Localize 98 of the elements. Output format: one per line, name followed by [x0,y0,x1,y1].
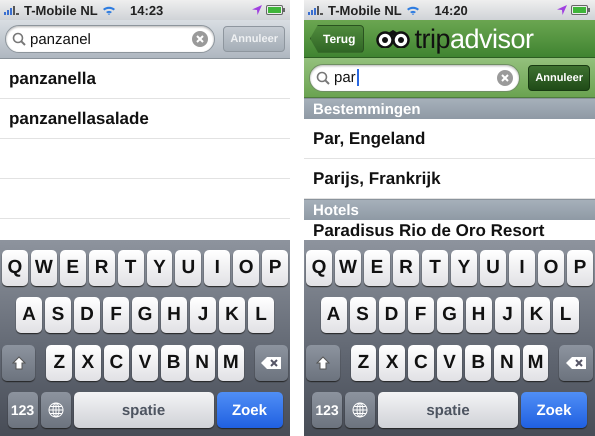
key[interactable]: G [132,297,158,334]
key[interactable]: F [103,297,129,334]
shift-key[interactable] [2,344,36,381]
key[interactable]: Y [146,250,172,286]
key[interactable]: L [248,297,274,334]
key[interactable]: R [393,250,419,286]
key[interactable]: J [494,297,520,334]
key[interactable]: L [552,297,578,334]
result-row[interactable]: panzanella [0,59,290,99]
location-icon [252,5,262,15]
search-field[interactable]: par [309,64,520,92]
key[interactable]: Q [306,250,332,286]
globe-key[interactable] [345,392,375,428]
key[interactable]: F [408,297,434,334]
key[interactable]: V [436,344,462,381]
key[interactable]: T [118,250,144,286]
location-icon [557,5,567,15]
wifi-icon [406,5,420,15]
wifi-icon [102,5,116,15]
key[interactable]: H [466,297,492,334]
section-header: Hotels [304,199,595,220]
key[interactable]: R [88,250,115,286]
key[interactable]: I [509,250,535,286]
key[interactable]: E [60,250,86,286]
key[interactable]: O [538,250,564,286]
key[interactable]: Z [350,344,376,381]
key[interactable]: P [567,250,593,286]
search-field[interactable]: panzanel [5,25,216,53]
key[interactable]: O [233,250,260,286]
key[interactable]: A [16,297,42,334]
result-row[interactable]: Par, Engeland [304,119,595,159]
logo-text: tripadvisor [414,24,534,54]
status-time: 14:20 [434,2,468,18]
key[interactable]: D [74,297,100,334]
key[interactable]: S [45,297,71,334]
space-key[interactable]: spatie [378,392,518,428]
key[interactable]: W [335,250,361,286]
key[interactable]: Y [451,250,477,286]
owl-eyes-icon [376,30,410,48]
key[interactable]: U [480,250,506,286]
text-cursor [356,69,359,86]
section-header: Bestemmingen [304,98,595,119]
key[interactable]: D [378,297,404,334]
key[interactable]: G [436,297,462,334]
key[interactable]: M [218,344,244,381]
globe-key[interactable] [40,392,70,428]
status-time: 14:23 [130,2,164,18]
key[interactable]: N [494,344,520,381]
key[interactable]: S [350,297,376,334]
key[interactable]: I [204,250,230,286]
key[interactable]: B [465,344,492,381]
delete-key[interactable] [254,344,288,381]
key[interactable]: A [320,297,346,334]
key[interactable]: Z [46,344,72,381]
backspace-icon [261,356,282,369]
shift-key[interactable] [306,344,340,381]
key[interactable]: B [160,344,186,381]
result-row[interactable]: Paradisus Rio de Oro Resort [304,220,595,240]
globe-icon [48,402,64,418]
key[interactable]: T [422,250,448,286]
backspace-icon [566,356,586,369]
key[interactable]: N [189,344,215,381]
up-arrow-icon [12,356,26,370]
battery-icon [571,5,591,15]
key[interactable]: V [132,344,158,381]
globe-icon [352,402,368,418]
key[interactable]: J [190,297,216,334]
key[interactable]: Q [2,250,28,286]
back-button[interactable]: Terug [310,24,364,52]
search-key[interactable]: Zoek [216,392,282,428]
key[interactable]: E [364,250,390,286]
key[interactable]: U [175,250,202,286]
key[interactable]: K [219,297,245,334]
clear-icon[interactable] [192,31,208,47]
carrier-name: T-Mobile NL [328,2,402,18]
key[interactable]: X [379,344,405,381]
key[interactable]: M [522,344,548,381]
carrier-name: T-Mobile NL [24,2,98,18]
delete-key[interactable] [559,344,593,381]
key[interactable]: P [262,250,288,286]
cancel-button[interactable]: Annuleer [528,64,590,90]
search-icon [316,70,330,84]
signal-icon [4,5,20,15]
search-icon [12,32,26,46]
battery-icon [266,5,286,15]
signal-icon [308,5,324,15]
key[interactable]: H [161,297,187,334]
clear-icon[interactable] [497,70,514,86]
search-key[interactable]: Zoek [521,392,587,428]
key[interactable]: C [104,344,130,381]
numbers-key[interactable]: 123 [8,392,38,428]
numbers-key[interactable]: 123 [312,392,342,428]
key[interactable]: K [524,297,550,334]
up-arrow-icon [316,356,330,370]
key[interactable]: X [75,344,101,381]
space-key[interactable]: spatie [74,392,214,428]
key[interactable]: W [30,250,57,286]
key[interactable]: C [408,344,434,381]
